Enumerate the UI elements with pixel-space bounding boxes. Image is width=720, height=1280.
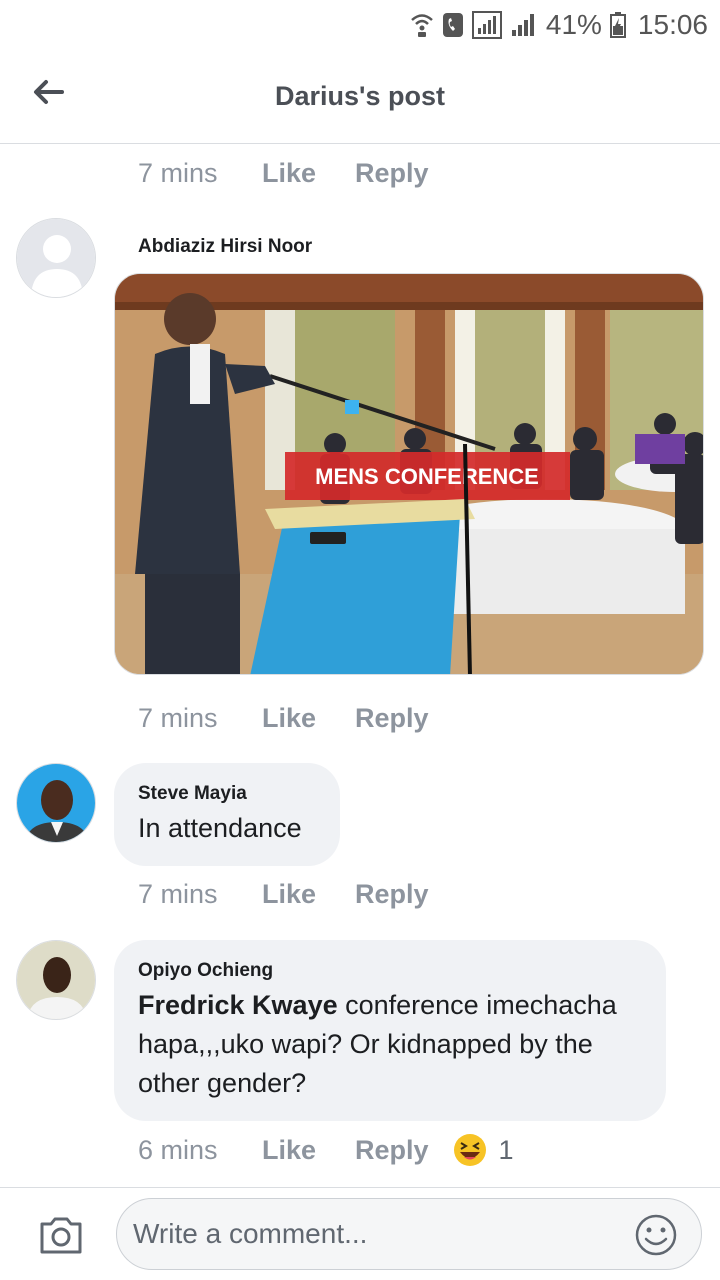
comment-time: 6 mins — [138, 1134, 218, 1165]
comment-photo[interactable]: MENS CONFERENCE — [114, 273, 704, 675]
back-arrow-icon — [34, 80, 64, 104]
status-bar: 41% 15:06 — [0, 0, 720, 50]
signal-bars-icon — [510, 12, 538, 38]
like-button[interactable]: Like — [262, 703, 355, 734]
page-title: Darius's post — [275, 81, 445, 111]
profile-photo — [17, 941, 95, 1019]
phone-icon — [442, 12, 464, 38]
profile-photo — [17, 764, 95, 842]
battery-percent: 41% — [545, 9, 602, 40]
comment-text: Fredrick Kwaye conference imechacha hapa… — [138, 986, 640, 1103]
comment-bubble: Opiyo Ochieng Fredrick Kwaye conference … — [114, 940, 666, 1121]
like-button[interactable]: Like — [262, 158, 355, 189]
comment-meta: 6 mins Like Reply 1 — [138, 1133, 514, 1167]
battery-icon — [609, 12, 626, 38]
comment-time: 7 mins — [138, 158, 218, 188]
avatar[interactable] — [16, 763, 96, 843]
like-button[interactable]: Like — [262, 879, 355, 910]
comment-time: 7 mins — [138, 879, 218, 909]
comment-author[interactable]: Abdiaziz Hirsi Noor — [138, 236, 312, 258]
comment-time: 7 mins — [138, 703, 218, 733]
avatar[interactable] — [16, 218, 96, 298]
camera-button[interactable] — [38, 1212, 84, 1258]
photo-banner-text: MENS CONFERENCE — [315, 464, 539, 489]
reply-button[interactable]: Reply — [355, 158, 429, 189]
comment-author[interactable]: Opiyo Ochieng — [138, 958, 640, 984]
comment-meta: 7 mins Like Reply — [138, 158, 429, 189]
default-profile-icon — [17, 219, 95, 297]
reply-button[interactable]: Reply — [355, 879, 429, 910]
reply-button[interactable]: Reply — [355, 1135, 429, 1166]
laughing-emoji-icon — [453, 1134, 486, 1166]
like-button[interactable]: Like — [262, 1135, 355, 1166]
back-button[interactable] — [28, 72, 68, 112]
comment-meta: 7 mins Like Reply — [138, 879, 429, 910]
signal-box-icon — [471, 11, 502, 39]
comment-text: In attendance — [138, 813, 302, 843]
emoji-button[interactable] — [634, 1213, 678, 1257]
smiley-icon — [635, 1214, 677, 1256]
reaction-summary[interactable]: 1 — [453, 1133, 514, 1167]
camera-icon — [40, 1217, 82, 1254]
post-header: Darius's post — [0, 50, 720, 144]
wifi-calling-icon — [410, 12, 434, 38]
mention-link[interactable]: Fredrick Kwaye — [138, 990, 338, 1020]
clock: 15:06 — [637, 9, 708, 40]
comment-input[interactable] — [116, 1198, 702, 1270]
comment-meta: 7 mins Like Reply — [138, 703, 429, 734]
reaction-count: 1 — [498, 1134, 514, 1165]
avatar[interactable] — [16, 940, 96, 1020]
comment-composer — [0, 1187, 720, 1280]
comment-author[interactable]: Steve Mayia — [138, 781, 314, 807]
reply-button[interactable]: Reply — [355, 703, 429, 734]
comment-bubble: Steve Mayia In attendance — [114, 763, 340, 866]
